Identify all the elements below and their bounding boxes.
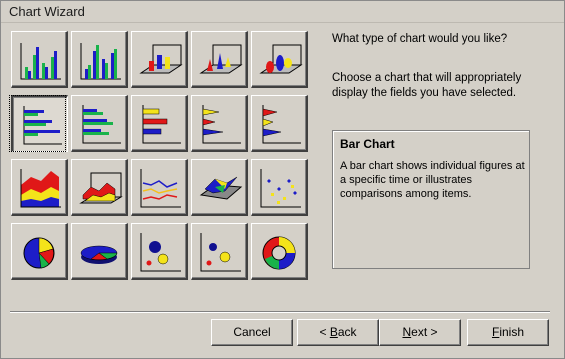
instruction-text: Choose a chart that will appropriately d… <box>332 72 522 99</box>
stacked-column-chart-button[interactable] <box>71 31 128 88</box>
3d-area-icon <box>79 172 123 204</box>
back-label: ack <box>337 325 357 339</box>
bar-icon <box>23 106 62 145</box>
chart-info-title: Bar Chart <box>340 137 395 151</box>
3d-bubble-chart-button[interactable] <box>191 223 248 280</box>
back-button[interactable]: < Back <box>297 319 379 346</box>
area-chart-button[interactable] <box>11 159 68 216</box>
bubble-icon <box>140 233 181 272</box>
pie-chart-button[interactable] <box>11 223 68 280</box>
doughnut-chart-button[interactable] <box>251 223 308 280</box>
chart-info-description: A bar chart shows individual figures at … <box>340 160 525 200</box>
chart-info-panel: Bar Chart A bar chart shows individual f… <box>332 130 530 269</box>
stacked-bar-chart-button[interactable] <box>71 95 128 152</box>
chart-type-prompt: What type of chart would you like? <box>332 33 508 45</box>
3d-column-icon <box>139 44 183 74</box>
bubble-chart-button[interactable] <box>131 223 188 280</box>
3d-pie-chart-button[interactable] <box>71 223 128 280</box>
finish-button[interactable]: Finish <box>467 319 549 346</box>
pyramid-bar-icon <box>262 105 301 144</box>
3d-bubble-icon <box>200 233 241 272</box>
area-icon <box>20 169 61 208</box>
back-prefix: < <box>319 325 330 339</box>
3d-area-chart-button[interactable] <box>71 159 128 216</box>
column-chart-button[interactable] <box>11 31 68 88</box>
pyramid-bar-chart-button[interactable] <box>251 95 308 152</box>
cancel-button[interactable]: Cancel <box>211 319 293 346</box>
scatter-chart-button[interactable] <box>251 159 308 216</box>
next-button[interactable]: Next > <box>379 319 461 346</box>
percent-bar-icon <box>142 105 181 144</box>
3d-pyramid-chart-button[interactable] <box>251 31 308 88</box>
back-mnemonic: B <box>329 325 338 339</box>
surface-icon <box>199 176 243 200</box>
cancel-label: Cancel <box>233 325 271 339</box>
next-label: ext > <box>411 325 438 339</box>
line-icon <box>140 169 181 208</box>
3d-surface-chart-button[interactable] <box>191 159 248 216</box>
100-percent-bar-chart-button[interactable] <box>131 95 188 152</box>
3d-pyramid-icon <box>259 44 303 74</box>
pie-icon <box>23 237 55 269</box>
3d-pie-icon <box>80 245 118 264</box>
doughnut-icon <box>262 236 296 270</box>
cone-bar-chart-button[interactable] <box>191 95 248 152</box>
cone-bar-icon <box>202 105 241 144</box>
chart-wizard-dialog: Chart Wizard What type of chart would yo… <box>0 0 565 359</box>
3d-cone-chart-button[interactable] <box>191 31 248 88</box>
stacked-column-icon <box>80 43 121 80</box>
next-mnemonic: N <box>402 325 412 339</box>
separator <box>10 311 550 313</box>
finish-label: inish <box>499 325 525 339</box>
column-icon <box>20 43 61 80</box>
scatter-icon <box>260 169 301 208</box>
window-title: Chart Wizard <box>9 4 85 19</box>
bar-chart-button[interactable] <box>11 95 68 152</box>
3d-column-chart-button[interactable] <box>131 31 188 88</box>
title-bar: Chart Wizard <box>1 1 564 23</box>
line-chart-button[interactable] <box>131 159 188 216</box>
stacked-bar-icon <box>82 105 121 144</box>
3d-cone-icon <box>199 44 243 74</box>
